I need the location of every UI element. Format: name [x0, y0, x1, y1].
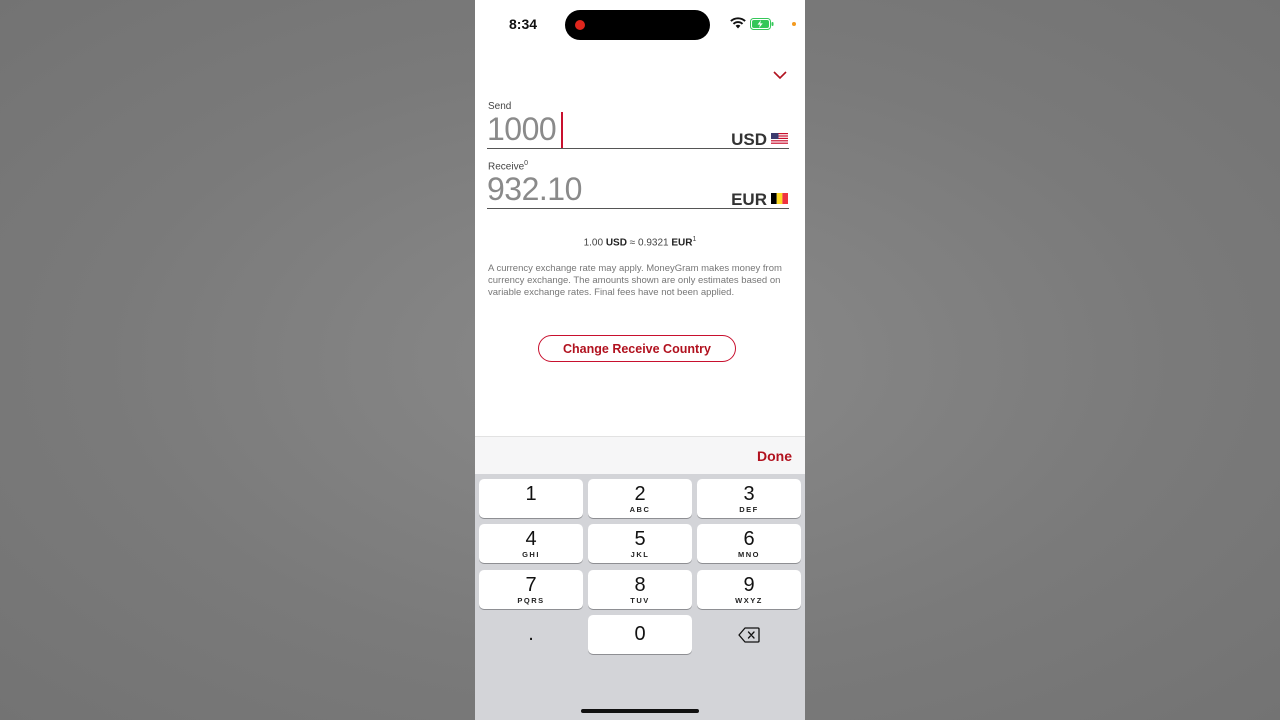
key-1[interactable]: 1 [479, 479, 583, 518]
send-underline [487, 148, 789, 149]
wifi-icon [730, 17, 746, 29]
recording-dot-icon [575, 20, 585, 30]
belgium-flag-icon [771, 193, 788, 204]
key-3[interactable]: 3 DEF [697, 479, 801, 518]
key-delete[interactable] [697, 616, 801, 655]
receive-amount-input[interactable]: 932.10 [487, 171, 582, 208]
key-5[interactable]: 5 JKL [588, 524, 692, 563]
chevron-down-icon[interactable] [773, 70, 787, 80]
privacy-dot-icon [792, 22, 796, 26]
exchange-disclaimer: A currency exchange rate may apply. Mone… [488, 263, 782, 298]
battery-charging-icon [750, 18, 774, 30]
receive-currency[interactable]: EUR [731, 190, 767, 210]
dynamic-island [565, 10, 710, 40]
key-0[interactable]: 0 [588, 615, 692, 654]
phone-screen: 8:34 Send 1000 USD Receive0 932.10 EUR 1… [475, 0, 805, 720]
receive-underline [487, 208, 789, 209]
home-indicator[interactable] [581, 709, 699, 713]
text-caret [561, 112, 563, 149]
us-flag-icon [771, 133, 788, 144]
send-currency[interactable]: USD [731, 130, 767, 150]
change-receive-country-button[interactable]: Change Receive Country [538, 335, 736, 362]
status-time: 8:34 [509, 16, 538, 32]
exchange-rate: 1.00 USD ≈ 0.9321 EUR1 [583, 236, 697, 249]
key-2[interactable]: 2 ABC [588, 479, 692, 518]
key-9[interactable]: 9 WXYZ [697, 570, 801, 609]
key-8[interactable]: 8 TUV [588, 570, 692, 609]
key-6[interactable]: 6 MNO [697, 524, 801, 563]
key-7[interactable]: 7 PQRS [479, 570, 583, 609]
numeric-keypad: 1 2 ABC 3 DEF 4 GHI 5 JKL 6 MNO 7 PQRS 8 [475, 474, 805, 720]
backspace-icon [738, 627, 760, 643]
done-button[interactable]: Done [757, 448, 792, 464]
key-decimal[interactable]: . [479, 616, 583, 655]
send-amount-input[interactable]: 1000 [487, 111, 557, 148]
key-4[interactable]: 4 GHI [479, 524, 583, 563]
keyboard-accessory-bar: Done [475, 436, 805, 475]
